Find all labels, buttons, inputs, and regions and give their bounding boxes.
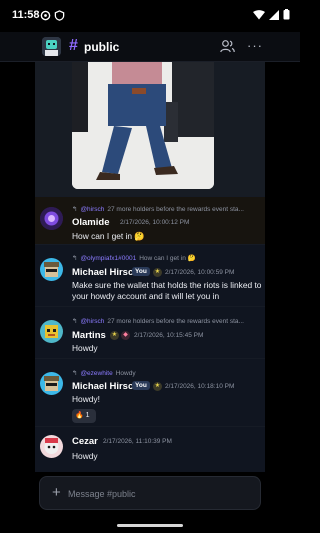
members-icon[interactable] <box>220 39 235 53</box>
you-badge: You <box>132 381 150 390</box>
holder-badge-icon: ★ <box>110 331 119 340</box>
reply-mention[interactable]: @ezewhite <box>80 370 112 377</box>
image-attachment-message <box>35 62 265 196</box>
author-name[interactable]: Michael Hirsch <box>72 381 139 392</box>
reply-arrow-icon: ↰ <box>72 318 78 325</box>
signal-icon <box>269 9 279 20</box>
message-text: How can I get in 🤔 <box>72 231 145 241</box>
battery-icon <box>283 9 290 20</box>
shield-icon <box>54 10 65 21</box>
reply-preview[interactable]: ↰ @ezewhite Howdy <box>72 369 262 377</box>
reply-preview[interactable]: ↰ @hirsch 27 more holders before the rewar… <box>72 317 262 325</box>
holder-badge-icon: ★ <box>153 268 162 277</box>
reply-text: 27 more holders before the rewards event… <box>107 206 244 213</box>
reaction-pill[interactable]: 🔥 1 <box>72 409 96 423</box>
settings-icon <box>40 10 51 21</box>
add-attachment-icon[interactable]: + <box>52 484 61 501</box>
message-timestamp: 2/17/2026, 10:18:10 PM <box>165 383 235 390</box>
author-name[interactable]: Michael Hirsch <box>72 267 139 278</box>
fire-emoji-icon: 🔥 <box>75 412 84 419</box>
reply-text: Howdy <box>115 370 136 377</box>
author-name[interactable]: Cezar <box>72 436 98 447</box>
gif-attachment[interactable] <box>72 62 214 189</box>
reply-preview[interactable]: ↰ @olympiafx1#0001 How can I get in 🤔 <box>72 254 262 262</box>
message-item[interactable]: ↰ @olympiafx1#0001 How can I get in 🤔 Mich… <box>35 244 265 306</box>
author-name[interactable]: Martins <box>72 330 106 341</box>
reply-text: How can I get in 🤔 <box>139 255 196 262</box>
reply-mention[interactable]: @olympiafx1#0001 <box>80 255 136 262</box>
message-item[interactable]: ↰ @ezewhite Howdy Michael Hirsch You ★ 2/1… <box>35 358 265 426</box>
reply-preview[interactable]: ↰ @hirsch 27 more holders before the rewar… <box>72 205 262 213</box>
gesture-bar[interactable] <box>117 524 183 527</box>
server-avatar[interactable] <box>42 37 61 56</box>
message-text: Howdy <box>72 451 98 461</box>
reply-text: 27 more holders before the rewards event… <box>107 318 244 325</box>
reply-mention[interactable]: @hirsch <box>80 206 104 213</box>
avatar[interactable] <box>40 372 63 395</box>
you-badge: You <box>132 267 150 276</box>
message-text: Howdy <box>72 343 98 353</box>
avatar[interactable] <box>40 258 63 281</box>
reply-arrow-icon: ↰ <box>72 370 78 377</box>
message-text: Howdy! <box>72 394 100 404</box>
channel-header: # public ··· <box>0 32 300 62</box>
channel-hash-icon: # <box>69 37 78 54</box>
holder-badge-icon: ★ <box>153 382 162 391</box>
wifi-icon <box>253 9 265 19</box>
more-options-icon[interactable]: ··· <box>247 38 263 53</box>
author-name[interactable]: Olamide <box>72 217 110 228</box>
avatar[interactable] <box>40 320 63 343</box>
message-item[interactable]: ↰ @hirsch 27 more holders before the rewar… <box>35 196 265 244</box>
message-input[interactable] <box>68 486 248 502</box>
reply-arrow-icon: ↰ <box>72 206 78 213</box>
message-timestamp: 2/17/2026, 10:15:45 PM <box>134 332 204 339</box>
status-bar: 11:58 <box>0 0 300 32</box>
reply-mention[interactable]: @hirsch <box>80 318 104 325</box>
message-item[interactable]: ↰ @hirsch 27 more holders before the rewar… <box>35 306 265 358</box>
message-list[interactable]: ↰ @hirsch 27 more holders before the rewar… <box>35 62 265 472</box>
reply-arrow-icon: ↰ <box>72 255 78 262</box>
shield-badge-icon: ◆ <box>121 331 130 340</box>
message-item[interactable]: Cezar 2/17/2026, 11:10:39 PM Howdy <box>35 426 265 472</box>
message-composer: + <box>39 476 261 510</box>
status-time: 11:58 <box>12 9 40 21</box>
reaction-count: 1 <box>85 412 90 419</box>
avatar[interactable] <box>40 435 63 458</box>
message-text: Make sure the wallet that holds the riot… <box>72 280 262 301</box>
message-timestamp: 2/17/2026, 11:10:39 PM <box>103 438 172 445</box>
message-timestamp: 2/17/2026, 10:00:59 PM <box>165 269 235 276</box>
channel-title: public <box>84 40 120 54</box>
message-timestamp: 2/17/2026, 10:00:12 PM <box>120 219 190 226</box>
avatar[interactable] <box>40 207 63 230</box>
